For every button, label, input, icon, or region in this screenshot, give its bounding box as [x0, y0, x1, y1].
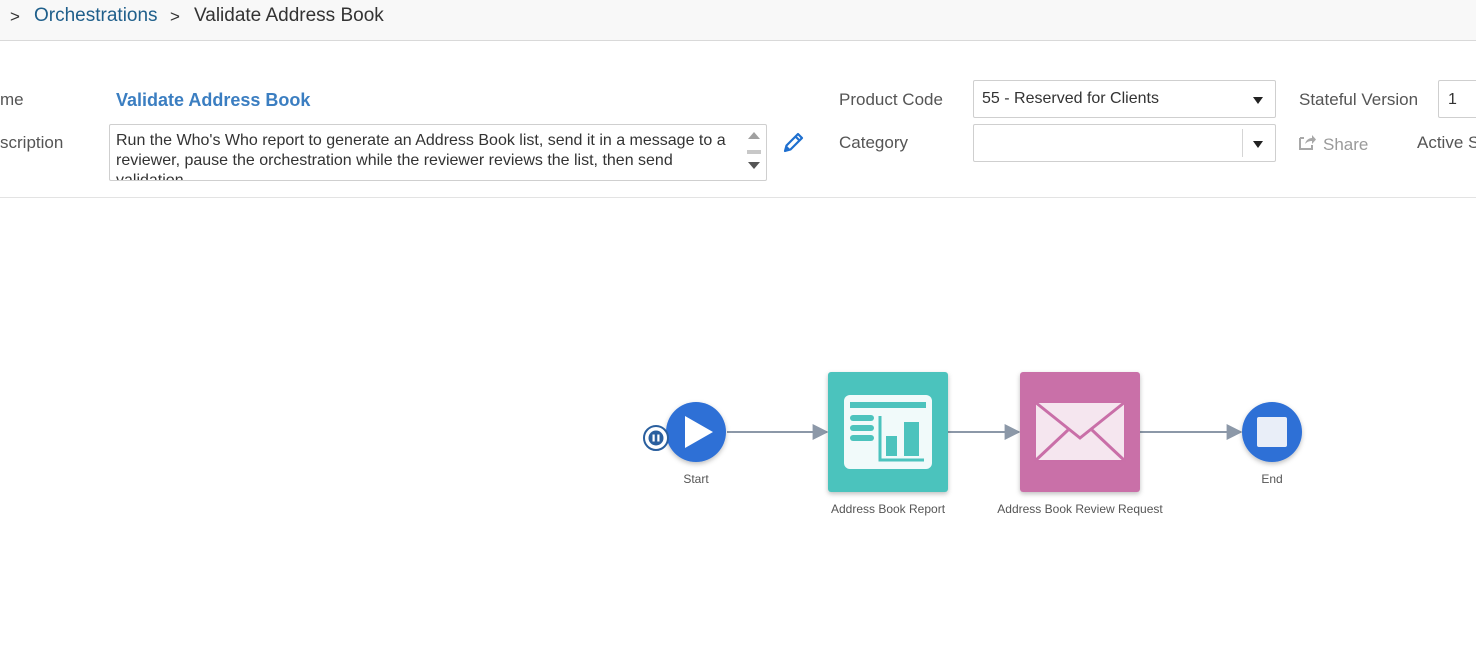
breadcrumb-orchestrations-link[interactable]: Orchestrations	[34, 5, 158, 27]
share-icon	[1299, 135, 1316, 150]
scroll-up-icon[interactable]	[748, 132, 760, 139]
stateful-version-select[interactable]: 1	[1438, 80, 1476, 118]
select-divider	[1242, 129, 1243, 157]
breadcrumb-current: Validate Address Book	[194, 5, 384, 26]
description-textarea[interactable]: Run the Who's Who report to generate an …	[109, 124, 767, 181]
end-node-label: End	[1261, 472, 1283, 486]
address-book-review-request-node[interactable]	[1020, 372, 1140, 492]
category-label: Category	[839, 133, 908, 152]
report-node-label: Address Book Report	[830, 502, 946, 516]
name-label: me	[0, 90, 24, 109]
orchestration-name[interactable]: Validate Address Book	[116, 90, 310, 111]
chevron-down-icon[interactable]	[1253, 141, 1263, 148]
description-label: scription	[0, 133, 64, 152]
orchestration-canvas: Start Address Book Report Address Book R…	[0, 198, 1476, 646]
stateful-version-value: 1	[1448, 91, 1457, 108]
product-code-value: 55 - Reserved for Clients	[982, 90, 1159, 107]
start-node-label: Start	[683, 472, 709, 486]
active-status-label: Active S	[1417, 133, 1476, 152]
scroll-thumb[interactable]	[747, 150, 761, 154]
envelope-icon	[1033, 400, 1127, 463]
product-code-label: Product Code	[839, 90, 943, 109]
product-code-select[interactable]: 55 - Reserved for Clients	[973, 80, 1276, 118]
chevron-down-icon[interactable]	[1253, 97, 1263, 104]
breadcrumb-separator: >	[170, 7, 180, 26]
scroll-down-icon[interactable]	[748, 162, 760, 169]
breadcrumb-separator: >	[10, 7, 20, 26]
end-node[interactable]	[1242, 402, 1302, 462]
description-scrollbar[interactable]	[742, 125, 766, 180]
stop-icon	[1257, 417, 1287, 447]
orchestration-diagram	[643, 372, 1302, 492]
review-node-label: Address Book Review Request	[997, 502, 1163, 516]
description-text[interactable]: Run the Who's Who report to generate an …	[116, 131, 738, 180]
breadcrumb: > Orchestrations > Validate Address Book	[0, 0, 1476, 41]
start-node[interactable]	[666, 402, 726, 462]
pause-icon	[652, 434, 655, 442]
orchestration-form: me Validate Address Book scription Run t…	[0, 41, 1476, 198]
address-book-report-node[interactable]	[828, 372, 948, 492]
category-select[interactable]	[973, 124, 1276, 162]
share-label: Share	[1323, 135, 1369, 154]
stateful-version-label: Stateful Version	[1299, 90, 1419, 109]
edit-pencil-icon[interactable]	[782, 130, 806, 154]
report-icon	[844, 395, 932, 469]
pause-toggle[interactable]	[643, 425, 669, 451]
